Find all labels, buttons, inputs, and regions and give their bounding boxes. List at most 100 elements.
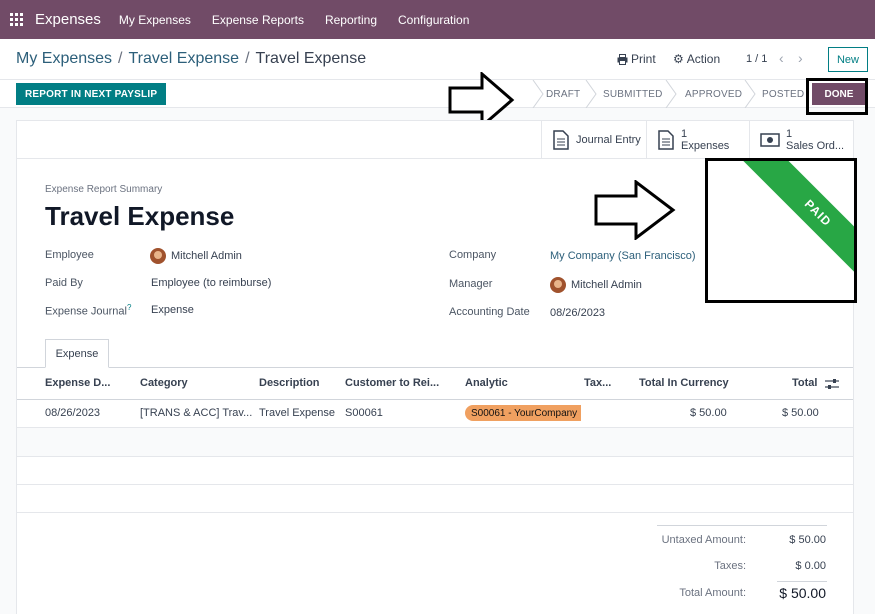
avatar	[550, 277, 566, 293]
employee-field[interactable]: Mitchell Admin	[150, 248, 242, 264]
expenses-label: Expenses	[681, 140, 730, 152]
table-header-divider	[17, 399, 853, 400]
stage-submitted[interactable]: SUBMITTED	[603, 80, 663, 108]
print-label: Print	[631, 52, 656, 66]
annotation-arrow-icon	[594, 180, 676, 240]
stage-separator	[585, 80, 597, 108]
stage-separator	[744, 80, 756, 108]
untaxed-amount-value: $ 50.00	[789, 534, 826, 546]
col-total-in-currency[interactable]: Total In Currency	[639, 377, 729, 389]
stage-approved[interactable]: APPROVED	[685, 80, 742, 108]
col-category[interactable]: Category	[140, 377, 188, 389]
expense-journal-value[interactable]: Expense	[151, 304, 194, 316]
totals-divider	[777, 581, 827, 582]
paid-ribbon: PAID	[735, 161, 854, 296]
expense-journal-label: Expense Journal	[45, 305, 127, 318]
total-amount-label: Total Amount:	[679, 587, 746, 599]
col-analytic[interactable]: Analytic	[465, 377, 508, 389]
manager-label: Manager	[449, 278, 493, 290]
new-button[interactable]: New	[828, 47, 868, 72]
col-customer[interactable]: Customer to Rei...	[345, 377, 439, 389]
action-label: Action	[686, 52, 721, 66]
pager-value[interactable]: 1 / 1	[746, 53, 767, 65]
expenses-count: 1	[681, 128, 688, 140]
top-navbar: Expenses My Expenses Expense Reports Rep…	[0, 0, 875, 39]
control-panel: My Expenses / Travel Expense / Travel Ex…	[0, 39, 875, 80]
stage-separator	[532, 80, 544, 108]
pager-previous-icon[interactable]: ‹	[779, 50, 784, 66]
expense-journal-label-wrap: Expense Journal?	[45, 303, 131, 318]
annotation-highlight-done	[806, 78, 868, 115]
breadcrumb: My Expenses / Travel Expense / Travel Ex…	[16, 50, 366, 68]
sales-order-smart-button[interactable]: 1 Sales Ord...	[749, 121, 853, 159]
tab-divider	[17, 367, 853, 368]
stage-draft[interactable]: DRAFT	[546, 80, 580, 108]
company-value[interactable]: My Company (San Francisco)	[550, 250, 696, 262]
breadcrumb-separator: /	[245, 50, 250, 67]
totals-top-divider	[657, 525, 827, 526]
col-tax[interactable]: Tax...	[584, 377, 611, 389]
empty-row[interactable]	[17, 428, 853, 456]
print-button[interactable]: Print	[617, 52, 656, 66]
nav-reporting[interactable]: Reporting	[325, 13, 377, 27]
expenses-smart-button[interactable]: 1 Expenses	[646, 121, 749, 159]
breadcrumb-separator: /	[118, 50, 123, 67]
col-total[interactable]: Total	[792, 377, 817, 389]
row-divider	[17, 512, 853, 513]
employee-label: Employee	[45, 249, 94, 261]
tab-expense[interactable]: Expense	[45, 339, 109, 368]
column-settings-icon[interactable]	[825, 378, 839, 390]
avatar	[150, 248, 166, 264]
row-total-in-currency[interactable]: $ 50.00	[690, 407, 727, 419]
gear-icon: ⚙	[673, 52, 684, 66]
sales-order-label: Sales Ord...	[786, 140, 845, 152]
journal-entry-smart-button[interactable]: Journal Entry	[541, 121, 646, 159]
accounting-date-value[interactable]: 08/26/2023	[550, 307, 605, 319]
employee-value: Mitchell Admin	[171, 250, 242, 262]
action-button[interactable]: ⚙ Action	[673, 52, 720, 66]
col-description[interactable]: Description	[259, 377, 320, 389]
document-icon	[553, 130, 569, 150]
row-description[interactable]: Travel Expense	[259, 407, 335, 419]
row-category[interactable]: [TRANS & ACC] Trav...	[140, 407, 252, 419]
row-expense-date[interactable]: 08/26/2023	[45, 407, 100, 419]
help-icon[interactable]: ?	[127, 303, 131, 312]
document-icon	[658, 130, 674, 150]
row-divider	[17, 484, 853, 485]
annotation-highlight-paid: PAID	[705, 158, 857, 303]
page-title[interactable]: Travel Expense	[45, 201, 234, 232]
paid-by-value[interactable]: Employee (to reimburse)	[151, 277, 271, 289]
row-total[interactable]: $ 50.00	[782, 407, 819, 419]
breadcrumb-my-expenses[interactable]: My Expenses	[16, 50, 112, 68]
paid-by-label: Paid By	[45, 277, 83, 289]
accounting-date-label: Accounting Date	[449, 306, 530, 318]
journal-entry-label: Journal Entry	[576, 134, 641, 146]
app-name[interactable]: Expenses	[35, 11, 101, 28]
stage-posted[interactable]: POSTED	[762, 80, 804, 108]
analytic-tag[interactable]: S00061 - YourCompany	[465, 405, 581, 421]
breadcrumb-travel-expense[interactable]: Travel Expense	[129, 50, 240, 68]
taxes-value: $ 0.00	[795, 560, 826, 572]
empty-row[interactable]	[17, 484, 853, 512]
total-amount-value: $ 50.00	[779, 585, 826, 601]
status-row: REPORT IN NEXT PAYSLIP DRAFT SUBMITTED A…	[0, 80, 875, 108]
summary-label: Expense Report Summary	[45, 184, 163, 195]
row-divider	[17, 456, 853, 457]
company-label: Company	[449, 249, 497, 261]
nav-my-expenses[interactable]: My Expenses	[119, 13, 191, 27]
row-customer[interactable]: S00061	[345, 407, 383, 419]
nav-expense-reports[interactable]: Expense Reports	[212, 13, 304, 27]
col-expense-date[interactable]: Expense D...	[45, 377, 110, 389]
pager-next-icon[interactable]: ›	[798, 50, 803, 66]
nav-configuration[interactable]: Configuration	[398, 13, 469, 27]
apps-menu-icon[interactable]	[0, 0, 32, 39]
breadcrumb-current: Travel Expense	[255, 50, 367, 67]
print-icon	[617, 53, 628, 65]
untaxed-amount-label: Untaxed Amount:	[661, 534, 746, 546]
manager-value: Mitchell Admin	[571, 279, 642, 291]
manager-field[interactable]: Mitchell Admin	[550, 277, 642, 293]
report-in-next-payslip-button[interactable]: REPORT IN NEXT PAYSLIP	[16, 83, 167, 105]
sales-order-smart-text: 1 Sales Ord...	[786, 128, 844, 152]
smart-buttons-row: Journal Entry 1 Expenses 1 Sales Ord...	[17, 121, 853, 159]
money-icon	[760, 133, 780, 147]
